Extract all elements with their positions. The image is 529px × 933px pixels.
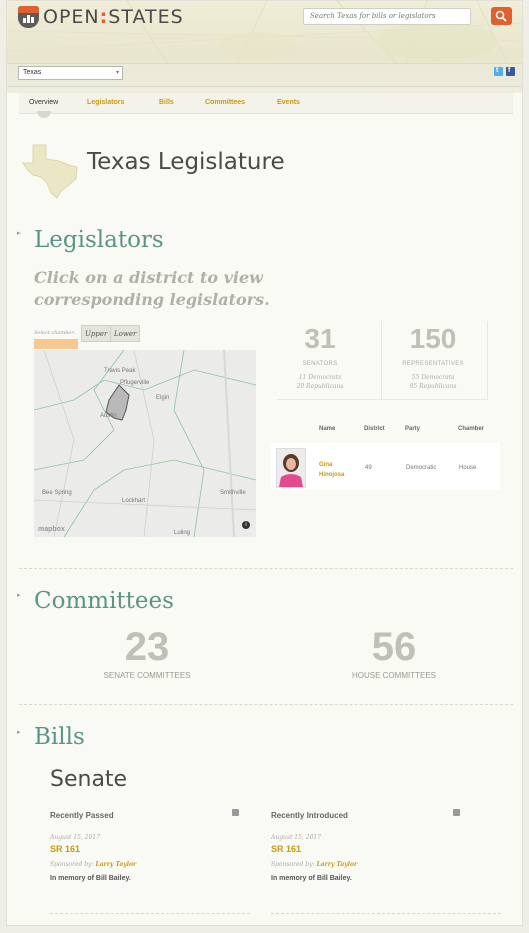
recently-introduced-heading: Recently Introduced: [271, 811, 348, 820]
nav-overview[interactable]: Overview: [29, 99, 58, 106]
representatives-republicans: 95 Republicans: [409, 383, 457, 390]
table-header-district: District: [364, 426, 385, 432]
sponsor-link[interactable]: Larry Taylor: [316, 861, 357, 868]
legislator-chamber: House: [459, 465, 477, 471]
map-label: Travis Peak: [104, 368, 136, 374]
logo[interactable]: OPEN:STATES: [18, 5, 184, 29]
logo-text: OPEN:STATES: [43, 6, 184, 28]
section-divider: [19, 704, 513, 705]
section-nav: Overview Legislators Bills Committees Ev…: [19, 93, 513, 114]
map-prompt: Click on a district to view correspondin…: [34, 268, 270, 309]
house-committees-label: HOUSE COMMITTEES: [351, 671, 436, 680]
upper-chamber-button[interactable]: Upper: [81, 325, 112, 342]
representatives-democrats: 55 Democrats: [411, 374, 455, 381]
bills-divider: [50, 913, 250, 914]
district-map[interactable]: Travis Peak Pflugerville Austin Elgin Be…: [34, 350, 256, 537]
section-marker-icon: ▸: [17, 230, 21, 237]
bills-heading: Bills: [34, 724, 85, 750]
bill-date: August 15, 2017: [50, 834, 101, 841]
chevron-down-icon: ▾: [115, 70, 119, 76]
chamber-color-bar: [34, 339, 78, 349]
table-header-chamber: Chamber: [458, 426, 485, 432]
bill-id-link[interactable]: SR 161: [271, 844, 301, 854]
section-divider: [19, 568, 513, 569]
senate-committees-label: SENATE COMMITTEES: [103, 671, 191, 680]
bill-sponsor: Sponsored by: Larry Taylor: [271, 861, 358, 868]
senators-count: 31: [304, 323, 336, 354]
bill-title: In memory of Bill Bailey.: [271, 875, 352, 882]
rss-icon[interactable]: [453, 809, 460, 816]
representatives-count: 150: [409, 323, 457, 354]
nav-legislators[interactable]: Legislators: [87, 99, 124, 106]
legislator-photo: [276, 448, 306, 488]
table-header-party: Party: [405, 426, 421, 432]
search-input[interactable]: Search Texas for bills or legislators: [303, 8, 471, 25]
table-row[interactable]: Gina Hinojosa 49 Democratic House: [271, 443, 500, 490]
bills-chamber-heading: Senate: [50, 767, 128, 792]
senate-committees-count[interactable]: 23: [97, 625, 197, 670]
senators-democrats: 11 Democrats: [298, 374, 342, 381]
map-label: Elgin: [156, 395, 170, 401]
committees-heading: Committees: [34, 588, 174, 614]
legislator-district: 49: [365, 465, 372, 471]
page-title: Texas Legislature: [87, 149, 285, 175]
search-icon: [495, 10, 507, 22]
legislators-heading: Legislators: [34, 227, 164, 253]
texas-shape-icon: [22, 144, 78, 199]
facebook-icon[interactable]: f: [506, 67, 515, 76]
section-marker-icon: ▸: [17, 592, 21, 599]
bill-title: In memory of Bill Bailey.: [50, 875, 131, 882]
bills-divider: [271, 913, 501, 914]
legislator-party: Democratic: [406, 465, 437, 471]
nav-committees[interactable]: Committees: [205, 99, 245, 106]
twitter-icon[interactable]: t: [494, 67, 503, 76]
map-label: Lockhart: [122, 498, 146, 504]
representatives-label: REPRESENTATIVES: [402, 361, 464, 367]
map-label: Smithville: [220, 490, 246, 496]
senators-label: SENATORS: [302, 361, 338, 367]
rss-icon[interactable]: [232, 809, 239, 816]
chamber-label: Select chamber:: [34, 330, 76, 336]
bill-sponsor: Sponsored by: Larry Taylor: [50, 861, 137, 868]
header: OPEN:STATES Search Texas for bills or le…: [7, 1, 522, 93]
map-label: Austin: [100, 413, 117, 419]
map-label: Bee Spring: [42, 490, 72, 496]
bill-date: August 15, 2017: [271, 834, 322, 841]
search-button[interactable]: [491, 7, 512, 25]
state-select[interactable]: Texas ▾: [18, 66, 123, 80]
section-marker-icon: ▸: [17, 729, 21, 736]
map-label: Luling: [174, 530, 191, 536]
info-icon[interactable]: i: [242, 521, 250, 529]
nav-active-indicator: [37, 111, 51, 118]
lower-chamber-button[interactable]: Lower: [110, 325, 141, 342]
table-header-name: Name: [319, 426, 336, 432]
nav-events[interactable]: Events: [277, 99, 300, 106]
legislator-name[interactable]: Gina Hinojosa: [319, 460, 344, 480]
recently-passed-heading: Recently Passed: [50, 811, 114, 820]
mapbox-logo[interactable]: mapbox: [38, 526, 65, 533]
map-lines: [34, 350, 256, 537]
house-committees-count[interactable]: 56: [344, 625, 444, 670]
sponsor-link[interactable]: Larry Taylor: [95, 861, 136, 868]
senators-republicans: 20 Republicans: [296, 383, 344, 390]
nav-bills[interactable]: Bills: [159, 99, 174, 106]
bill-id-link[interactable]: SR 161: [50, 844, 80, 854]
page: OPEN:STATES Search Texas for bills or le…: [6, 0, 523, 926]
logo-icon: [18, 6, 39, 28]
map-label: Pflugerville: [120, 380, 150, 386]
